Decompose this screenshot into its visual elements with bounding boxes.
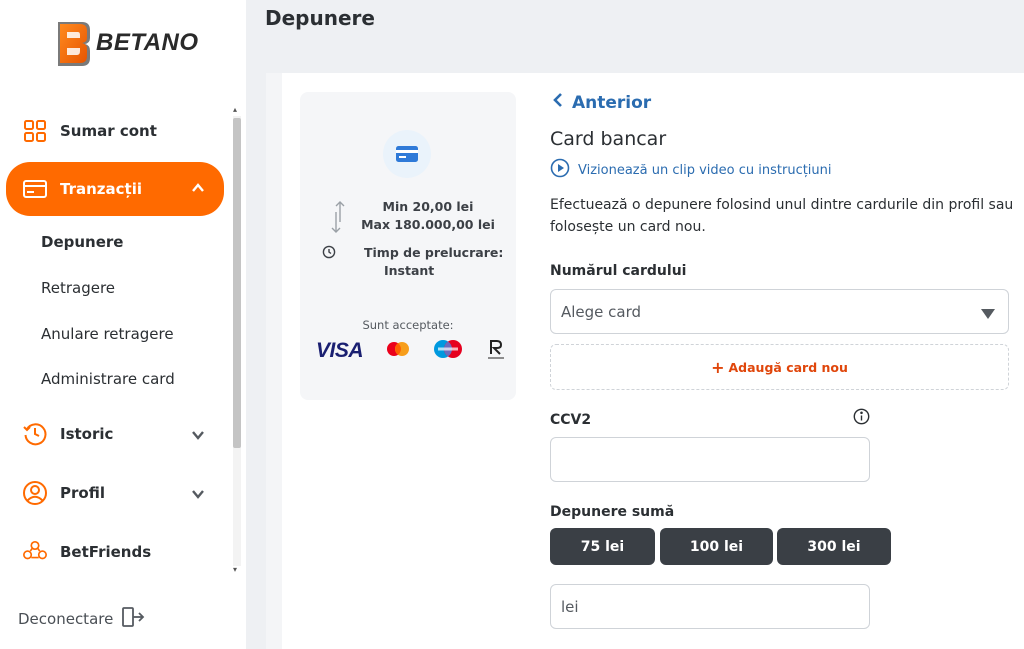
history-icon xyxy=(22,421,48,447)
logout-icon xyxy=(121,606,145,632)
scroll-down-icon[interactable]: ▾ xyxy=(233,566,237,574)
credit-card-icon xyxy=(396,146,418,162)
amount-input-value: lei xyxy=(561,597,579,616)
card-select[interactable]: Alege card xyxy=(550,289,1009,334)
amount-option-75[interactable]: 75 lei xyxy=(550,528,655,565)
card-select-value: Alege card xyxy=(561,302,642,321)
form-description: Efectuează o depunere folosind unul dint… xyxy=(550,197,1014,235)
card-number-label: Numărul cardului xyxy=(550,263,687,279)
sidebar: BETANO ▴ ▾ Sumar cont Tranzacții Depuner… xyxy=(0,0,246,649)
video-instructions-link[interactable]: Vizionează un clip video cu instrucțiuni xyxy=(550,158,832,182)
add-card-label: Adaugă card nou xyxy=(728,359,848,375)
betano-logo-icon xyxy=(52,18,92,68)
amount-option-100[interactable]: 100 lei xyxy=(660,528,773,565)
visa-logo: VISA xyxy=(316,339,364,362)
play-icon xyxy=(550,158,570,182)
chevron-down-icon xyxy=(190,486,206,506)
brand-logo[interactable]: BETANO xyxy=(52,18,199,68)
sidebar-item-label: Sumar cont xyxy=(60,122,157,140)
payment-method-icon-wrap xyxy=(383,130,431,178)
accepted-card-logos: VISA xyxy=(316,338,506,364)
clock-icon xyxy=(322,244,336,263)
scroll-up-icon[interactable]: ▴ xyxy=(233,106,237,114)
ccv-label: CCV2 xyxy=(550,412,592,428)
page-title: Depunere xyxy=(265,6,375,30)
amount-option-300[interactable]: 300 lei xyxy=(777,528,891,565)
friends-icon xyxy=(22,539,48,565)
ccv-input[interactable] xyxy=(550,437,870,482)
sidebar-item-istoric[interactable]: Istoric xyxy=(6,411,224,457)
credit-card-icon xyxy=(22,176,48,202)
user-icon xyxy=(22,480,48,506)
revolut-logo-icon xyxy=(486,338,506,364)
sidebar-item-tranzactii[interactable]: Tranzacții xyxy=(6,162,224,216)
amount-label: Depunere sumă xyxy=(550,504,675,520)
back-link[interactable]: Anterior xyxy=(552,92,651,113)
accepted-label: Sunt acceptate: xyxy=(362,318,454,332)
deposit-info-card: Min 20,00 lei Max 180.000,00 lei Timp de… xyxy=(300,92,516,400)
max-amount: Max 180.000,00 lei xyxy=(361,217,495,232)
plus-icon: + xyxy=(711,357,725,377)
sidebar-item-label: BetFriends xyxy=(60,543,152,561)
sidebar-subitem-retragere[interactable]: Retragere xyxy=(41,279,115,297)
caret-down-icon xyxy=(980,306,996,324)
sidebar-subitem-depunere[interactable]: Depunere xyxy=(41,233,123,251)
sidebar-item-betfriends[interactable]: BetFriends xyxy=(6,529,224,575)
deposit-limits: Min 20,00 lei Max 180.000,00 lei xyxy=(300,198,516,234)
chevron-down-icon xyxy=(190,427,206,447)
sidebar-subitem-anulare-retragere[interactable]: Anulare retragere xyxy=(41,325,174,343)
sidebar-item-label: Profil xyxy=(60,484,105,502)
min-amount: Min 20,00 lei xyxy=(382,199,474,214)
form-title: Card bancar xyxy=(550,128,667,150)
sidebar-item-label: Istoric xyxy=(60,425,114,443)
maestro-logo-icon xyxy=(432,339,464,363)
processing-time: Timp de prelucrare: Instant xyxy=(364,244,503,280)
chevron-up-icon xyxy=(190,180,206,200)
sidebar-subitem-administrare-card[interactable]: Administrare card xyxy=(41,370,175,388)
video-link-label: Vizionează un clip video cu instrucțiuni xyxy=(578,162,832,178)
sidebar-item-sumar-cont[interactable]: Sumar cont xyxy=(6,108,224,154)
grid-icon xyxy=(22,118,48,144)
processing-label: Timp de prelucrare: xyxy=(364,245,504,260)
mastercard-logo-icon xyxy=(385,340,411,362)
sidebar-item-label: Tranzacții xyxy=(60,180,142,198)
brand-name: BETANO xyxy=(96,29,199,56)
sidebar-scrollbar[interactable]: ▴ ▾ xyxy=(230,106,242,574)
chevron-left-icon xyxy=(552,92,564,113)
logout-button[interactable]: Deconectare xyxy=(18,606,145,632)
amount-input[interactable]: lei xyxy=(550,584,870,629)
processing-value: Instant xyxy=(384,263,435,278)
logout-label: Deconectare xyxy=(18,610,114,628)
sidebar-item-profil[interactable]: Profil xyxy=(6,470,224,516)
info-icon[interactable] xyxy=(853,408,870,429)
add-new-card-button[interactable]: + Adaugă card nou xyxy=(550,344,1009,390)
back-label: Anterior xyxy=(572,92,652,113)
scroll-thumb[interactable] xyxy=(233,118,241,448)
